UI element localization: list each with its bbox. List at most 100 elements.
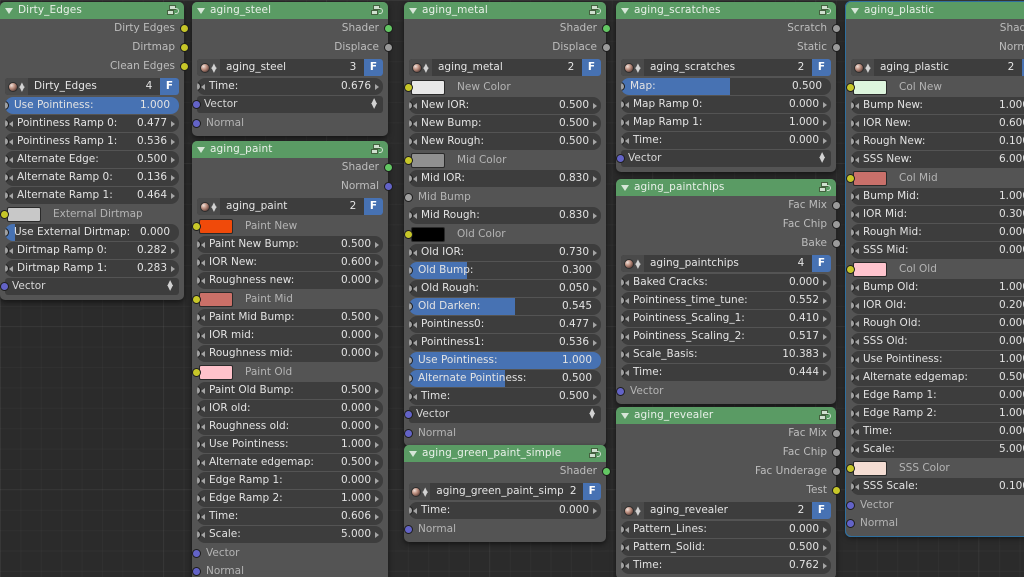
decrement-arrow-icon[interactable] bbox=[201, 259, 205, 266]
decrement-arrow-icon[interactable] bbox=[855, 229, 859, 236]
datablock-user-count[interactable]: 2 bbox=[560, 59, 582, 76]
color-field[interactable]: Paint Mid bbox=[192, 290, 383, 308]
increment-arrow-icon[interactable] bbox=[823, 333, 827, 340]
increment-arrow-icon[interactable] bbox=[593, 212, 597, 219]
decrement-arrow-icon[interactable] bbox=[201, 459, 205, 466]
decrement-arrow-icon[interactable] bbox=[855, 392, 859, 399]
decrement-arrow-icon[interactable] bbox=[413, 120, 417, 127]
increment-arrow-icon[interactable] bbox=[375, 459, 379, 466]
value-field[interactable]: Bump Old: 1.000 bbox=[851, 279, 1024, 296]
decrement-arrow-icon[interactable] bbox=[201, 477, 205, 484]
fake-user-button[interactable]: F bbox=[812, 59, 831, 76]
dropdown-field[interactable]: Vector ▲ ▼ bbox=[616, 150, 831, 167]
value-field[interactable]: Map Ramp 1: 1.000 bbox=[621, 114, 831, 131]
decrement-arrow-icon[interactable] bbox=[625, 297, 629, 304]
decrement-arrow-icon[interactable] bbox=[625, 351, 629, 358]
decrement-arrow-icon[interactable] bbox=[625, 137, 629, 144]
datablock-name[interactable]: aging_steel bbox=[220, 59, 342, 76]
value-field[interactable]: Paint New Bump: 0.500 bbox=[197, 236, 383, 253]
value-field[interactable]: IOR mid: 0.000 bbox=[197, 327, 383, 344]
value-field[interactable]: Pointiness0: 0.477 bbox=[409, 316, 601, 333]
decrement-arrow-icon[interactable] bbox=[413, 138, 417, 145]
decrement-arrow-icon[interactable] bbox=[9, 120, 13, 127]
color-swatch[interactable] bbox=[199, 364, 233, 380]
increment-arrow-icon[interactable] bbox=[375, 259, 379, 266]
increment-arrow-icon[interactable] bbox=[375, 332, 379, 339]
value-field[interactable]: Roughness mid: 0.000 bbox=[197, 345, 383, 362]
node-header-aging-green-paint-simple[interactable]: aging_green_paint_simple bbox=[404, 445, 606, 462]
value-field[interactable]: Pattern_Solid: 0.500 bbox=[621, 539, 831, 556]
value-field[interactable]: IOR New: 0.600 bbox=[851, 115, 1024, 132]
color-swatch[interactable] bbox=[411, 226, 445, 242]
datablock-name[interactable]: aging_paint bbox=[220, 198, 342, 215]
increment-arrow-icon[interactable] bbox=[375, 441, 379, 448]
datablock-user-count[interactable]: 3 bbox=[342, 59, 364, 76]
browse-chevrons-icon[interactable]: ▲ ▼ bbox=[422, 486, 427, 497]
node-aging-green-paint-simple[interactable]: aging_green_paint_simple Shader ▲ ▼ aging_gr… bbox=[404, 445, 611, 542]
value-field[interactable]: Roughness new: 0.000 bbox=[197, 272, 383, 289]
collapse-triangle-icon[interactable] bbox=[5, 7, 13, 14]
decrement-arrow-icon[interactable] bbox=[201, 441, 205, 448]
value-field[interactable]: Paint Old Bump: 0.500 bbox=[197, 382, 383, 399]
value-field[interactable]: Roughness old: 0.000 bbox=[197, 418, 383, 435]
value-field[interactable]: Map Ramp 0: 0.000 bbox=[621, 96, 831, 113]
node-aging-paint[interactable]: aging_paint Shader Normal ▲ ▼ aging_paint 2 F Pa… bbox=[192, 141, 393, 577]
node-header-aging-scratches[interactable]: aging_scratches bbox=[616, 2, 836, 19]
browse-chevrons-icon[interactable]: ▲ ▼ bbox=[635, 62, 640, 73]
node-header-aging-plastic[interactable]: aging_plastic bbox=[846, 2, 1024, 19]
node-header-aging-steel[interactable]: aging_steel bbox=[192, 2, 388, 19]
value-field[interactable]: New IOR: 0.500 bbox=[409, 97, 601, 114]
color-swatch[interactable] bbox=[853, 460, 887, 476]
value-field[interactable]: IOR Old: 0.200 bbox=[851, 297, 1024, 314]
increment-arrow-icon[interactable] bbox=[171, 156, 175, 163]
datablock-user-count[interactable]: 2 bbox=[790, 59, 812, 76]
increment-arrow-icon[interactable] bbox=[823, 369, 827, 376]
decrement-arrow-icon[interactable] bbox=[855, 211, 859, 218]
increment-arrow-icon[interactable] bbox=[593, 339, 597, 346]
increment-arrow-icon[interactable] bbox=[171, 174, 175, 181]
dropdown-field[interactable]: Vector ▲ ▼ bbox=[404, 406, 601, 423]
increment-arrow-icon[interactable] bbox=[171, 120, 175, 127]
value-field[interactable]: Pointiness_Scaling_1: 0.410 bbox=[621, 310, 831, 327]
collapse-triangle-icon[interactable] bbox=[621, 184, 629, 191]
decrement-arrow-icon[interactable] bbox=[201, 350, 205, 357]
increment-arrow-icon[interactable] bbox=[823, 562, 827, 569]
color-field[interactable]: Paint Old bbox=[192, 363, 383, 381]
datablock-selector[interactable]: ▲ ▼ aging_paintchips 4 F bbox=[621, 255, 831, 272]
value-field[interactable]: Alternate edgemap: 0.500 bbox=[197, 454, 383, 471]
collapse-triangle-icon[interactable] bbox=[409, 450, 417, 457]
increment-arrow-icon[interactable] bbox=[823, 279, 827, 286]
node-aging-paintchips[interactable]: aging_paintchips Fac Mix Fac Chip Bake ▲ ▼ agi… bbox=[616, 179, 841, 404]
increment-arrow-icon[interactable] bbox=[593, 285, 597, 292]
value-field[interactable]: Mid IOR: 0.830 bbox=[409, 170, 601, 187]
value-field[interactable]: Time: 0.762 bbox=[621, 557, 831, 574]
value-field[interactable]: SSS Mid: 0.000 bbox=[851, 242, 1024, 259]
datablock-user-count[interactable]: 4 bbox=[790, 255, 812, 272]
value-field[interactable]: Baked Cracks: 0.000 bbox=[621, 274, 831, 291]
dropdown-chevrons-icon[interactable]: ▲ ▼ bbox=[167, 279, 173, 292]
node-header-aging-paintchips[interactable]: aging_paintchips bbox=[616, 179, 836, 196]
value-field[interactable]: Edge Ramp 1: 0.000 bbox=[197, 472, 383, 489]
color-field[interactable]: Mid Color bbox=[404, 151, 601, 169]
browse-chevrons-icon[interactable]: ▲ ▼ bbox=[423, 62, 428, 73]
datablock-icon[interactable]: ▲ ▼ bbox=[197, 198, 220, 215]
datablock-icon[interactable]: ▲ ▼ bbox=[409, 59, 432, 76]
dropdown-field[interactable]: Vector ▲ ▼ bbox=[192, 96, 383, 113]
color-swatch[interactable] bbox=[853, 79, 887, 95]
increment-arrow-icon[interactable] bbox=[375, 423, 379, 430]
node-header-dirty-edges[interactable]: Dirty_Edges bbox=[0, 2, 184, 19]
increment-arrow-icon[interactable] bbox=[375, 314, 379, 321]
decrement-arrow-icon[interactable] bbox=[413, 339, 417, 346]
value-field[interactable]: Pointiness_time_tune: 0.552 bbox=[621, 292, 831, 309]
color-swatch[interactable] bbox=[853, 261, 887, 277]
decrement-arrow-icon[interactable] bbox=[855, 193, 859, 200]
increment-arrow-icon[interactable] bbox=[593, 120, 597, 127]
datablock-selector[interactable]: ▲▼aging_plastic2F bbox=[851, 59, 1024, 76]
node-aging-revealer[interactable]: aging_revealer Fac Mix Fac Chip Fac Underag… bbox=[616, 407, 841, 577]
datablock-name[interactable]: aging_metal bbox=[432, 59, 560, 76]
value-field[interactable]: SSS New: 6.000 bbox=[851, 151, 1024, 168]
color-swatch[interactable] bbox=[7, 206, 41, 222]
increment-arrow-icon[interactable] bbox=[823, 544, 827, 551]
value-field[interactable]: Rough Old: 0.000 bbox=[851, 315, 1024, 332]
value-field[interactable]: Use Pointiness: 1.000 bbox=[851, 351, 1024, 368]
